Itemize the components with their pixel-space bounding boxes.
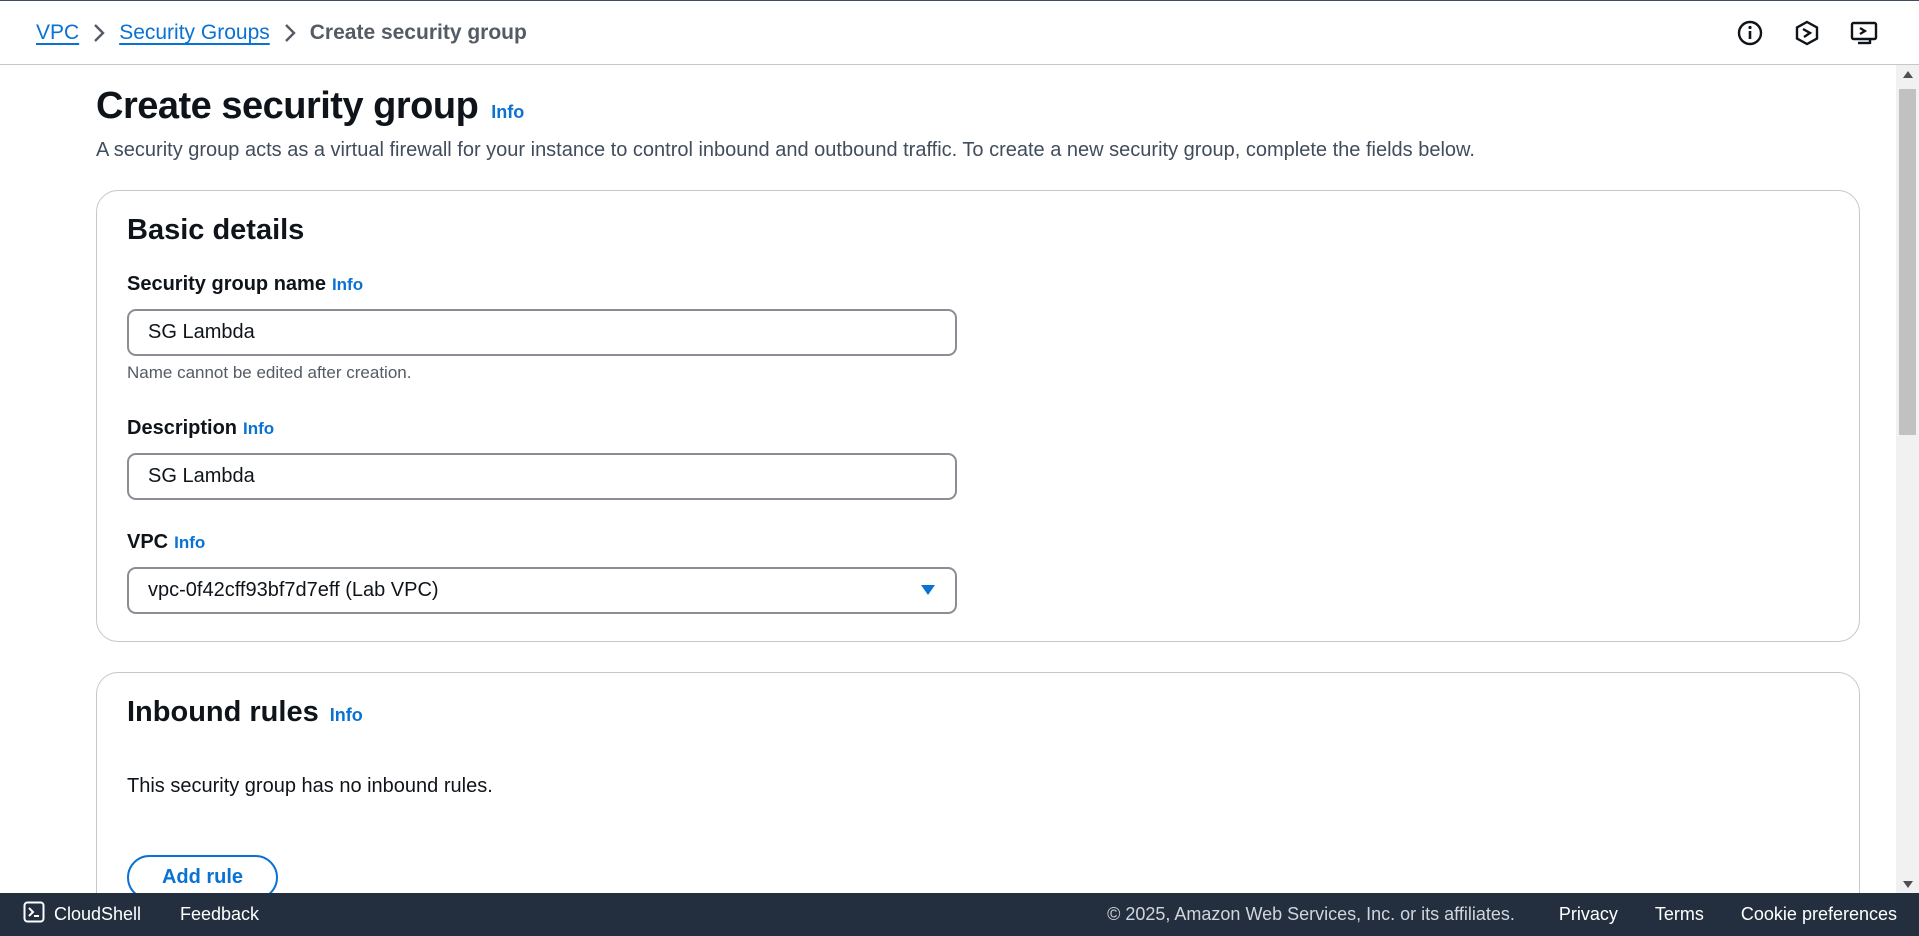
inbound-rules-heading: Inbound rules — [127, 696, 319, 728]
description-label-text: Description — [127, 417, 238, 439]
description-input[interactable] — [127, 453, 957, 500]
footer-right: © 2025, Amazon Web Services, Inc. or its… — [1107, 904, 1897, 925]
breadcrumb-vpc-link[interactable]: VPC — [36, 21, 79, 45]
scrollbar-thumb[interactable] — [1899, 89, 1916, 435]
cloudshell-button[interactable]: CloudShell — [23, 901, 141, 928]
vpc-select[interactable]: vpc-0f42cff93bf7d7eff (Lab VPC) — [127, 567, 957, 614]
breadcrumb-security-groups-link[interactable]: Security Groups — [119, 21, 270, 45]
vpc-label: VPC Info — [127, 531, 205, 554]
main-content: Create security group Info A security gr… — [0, 65, 1896, 893]
vpc-label-text: VPC — [127, 531, 169, 553]
info-circle-icon[interactable] — [1735, 18, 1765, 48]
notifications-icon[interactable] — [1792, 18, 1822, 48]
console-footer: CloudShell Feedback © 2025, Amazon Web S… — [0, 893, 1919, 936]
vertical-scrollbar[interactable] — [1896, 65, 1919, 893]
chevron-right-icon — [79, 23, 119, 43]
page-title: Create security group — [96, 85, 479, 127]
inbound-rules-header: Inbound rules Info — [127, 696, 363, 729]
scroll-up-arrow-icon[interactable] — [1896, 65, 1919, 83]
basic-details-panel: Basic details Security group name Info N… — [96, 190, 1860, 642]
description-label: Description Info — [127, 417, 274, 440]
inbound-rules-info-link[interactable]: Info — [330, 705, 363, 726]
cloudshell-label: CloudShell — [54, 904, 142, 924]
security-group-name-info-link[interactable]: Info — [332, 275, 363, 295]
top-navigation-bar: VPC Security Groups Create security grou… — [0, 0, 1919, 65]
privacy-link[interactable]: Privacy — [1559, 904, 1618, 925]
breadcrumb: VPC Security Groups Create security grou… — [36, 1, 527, 65]
breadcrumb-current-page: Create security group — [309, 21, 527, 44]
page-header: Create security group Info — [96, 85, 524, 128]
security-group-name-label-text: Security group name — [127, 273, 326, 295]
header-tools — [1735, 1, 1879, 65]
inbound-rules-empty-text: This security group has no inbound rules… — [127, 775, 493, 797]
inbound-rules-panel: Inbound rules Info This security group h… — [96, 672, 1860, 893]
add-rule-button[interactable]: Add rule — [127, 855, 278, 893]
security-group-name-input[interactable] — [127, 309, 957, 356]
vpc-info-link[interactable]: Info — [174, 533, 205, 553]
caret-down-icon — [920, 579, 936, 602]
page-title-info-link[interactable]: Info — [491, 102, 524, 123]
terminal-icon — [23, 901, 45, 928]
chevron-right-icon — [270, 23, 310, 43]
cookie-preferences-link[interactable]: Cookie preferences — [1741, 904, 1897, 925]
copyright-text: © 2025, Amazon Web Services, Inc. or its… — [1107, 904, 1515, 924]
security-group-name-hint: Name cannot be edited after creation. — [127, 363, 412, 382]
vpc-select-value: vpc-0f42cff93bf7d7eff (Lab VPC) — [148, 579, 439, 601]
terms-link[interactable]: Terms — [1655, 904, 1704, 925]
basic-details-heading: Basic details — [127, 214, 305, 246]
page-description: A security group acts as a virtual firew… — [96, 139, 1475, 161]
screen-share-icon[interactable] — [1849, 18, 1879, 48]
security-group-name-label: Security group name Info — [127, 273, 363, 296]
scroll-down-arrow-icon[interactable] — [1896, 875, 1919, 893]
feedback-link[interactable]: Feedback — [180, 904, 259, 925]
description-info-link[interactable]: Info — [243, 419, 274, 439]
